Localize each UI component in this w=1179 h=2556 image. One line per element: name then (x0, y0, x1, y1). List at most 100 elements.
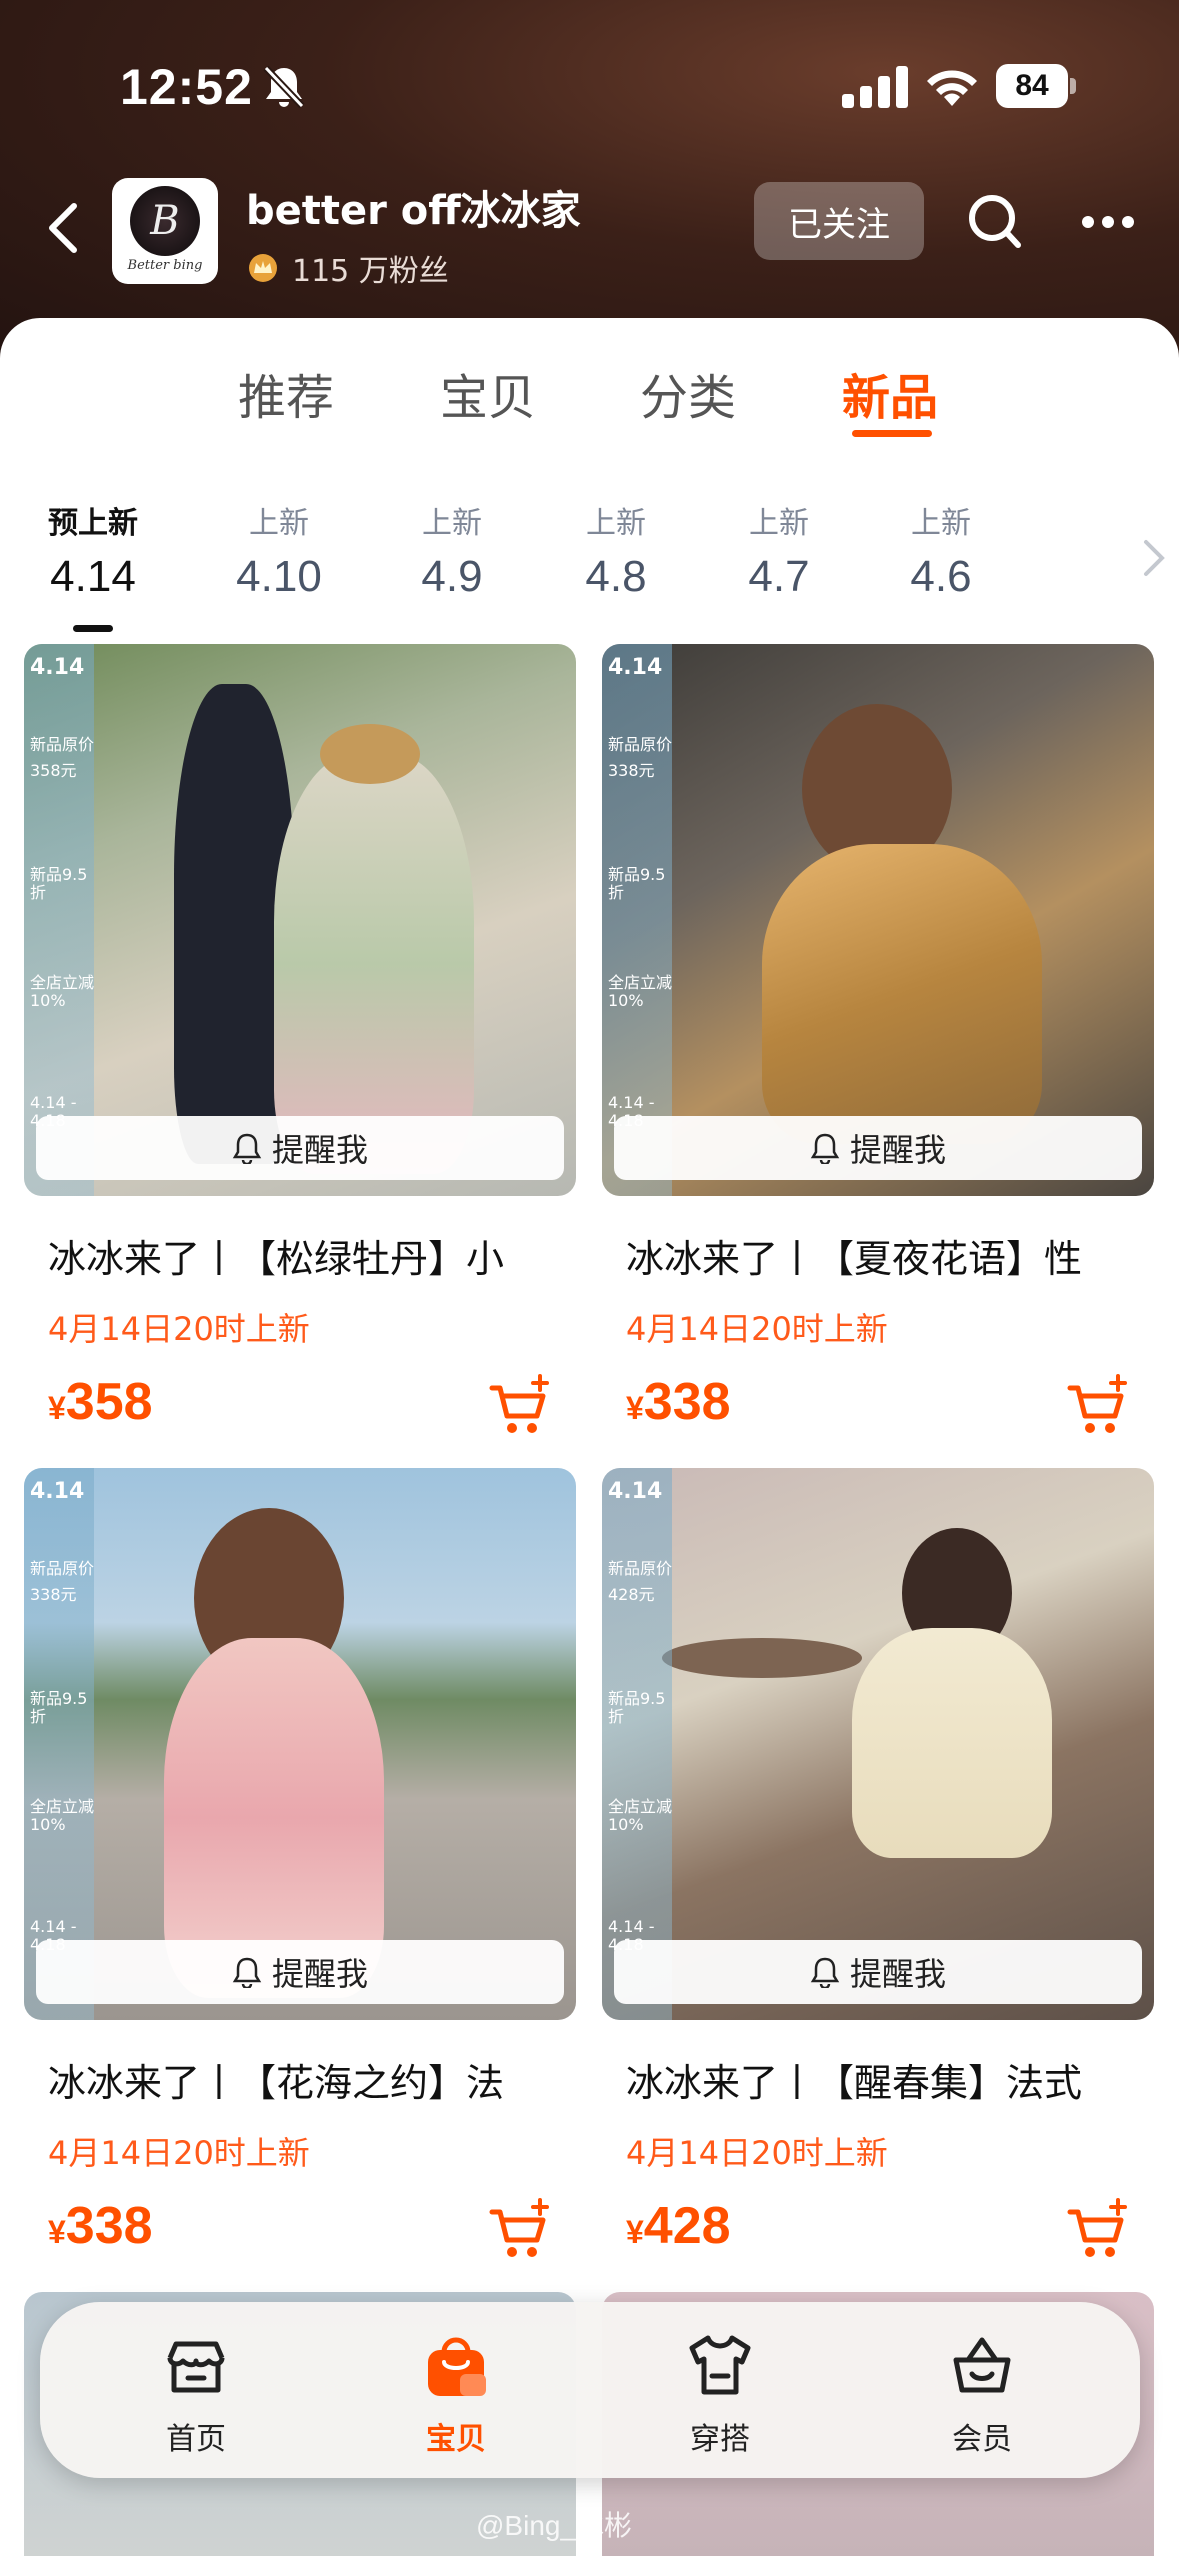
active-tab-underline (852, 430, 932, 437)
strip-discount: 新品9.5折 (30, 1689, 88, 1726)
remind-me-button[interactable]: 提醒我 (614, 1940, 1142, 2004)
date-tab-date: 4.10 (236, 552, 322, 601)
date-tab-date: 4.7 (748, 552, 810, 601)
more-icon[interactable] (1080, 214, 1136, 230)
add-to-cart-icon[interactable] (486, 2198, 552, 2264)
watermark: @Bing_冰彬 (476, 2510, 633, 2541)
date-tab-3[interactable]: 上新 4.8 (541, 498, 691, 602)
date-tab-4[interactable]: 上新 4.7 (704, 498, 854, 602)
remind-me-label: 提醒我 (849, 1955, 946, 1993)
tab-category[interactable]: 分类 (608, 358, 768, 428)
nav-products-label: 宝贝 (426, 2422, 486, 2457)
currency-symbol: ¥ (626, 2214, 644, 2250)
nav-membership-label: 会员 (952, 2422, 1012, 2457)
nav-outfits-label: 穿搭 (690, 2422, 750, 2457)
date-tab-label: 上新 (749, 506, 809, 541)
date-tab-0[interactable]: 预上新 4.14 (18, 498, 168, 602)
bell-icon (232, 1957, 262, 1988)
date-tab-label: 上新 (422, 506, 482, 541)
date-tab-label: 上新 (249, 506, 309, 541)
strip-date: 4.14 (30, 1479, 85, 1504)
back-icon[interactable] (44, 198, 84, 258)
product-image[interactable]: 4.14 新品原价 338元 新品9.5折 全店立减10% 4.14 - 4.1… (24, 1468, 576, 2020)
search-icon[interactable] (966, 192, 1022, 250)
product-launch-time: 4月14日20时上新 (626, 1310, 888, 1348)
chevron-right-icon[interactable] (1142, 538, 1166, 578)
bottom-nav: 首页 宝贝 穿搭 会员 (40, 2302, 1140, 2478)
tab-products[interactable]: 宝贝 (408, 358, 568, 428)
currency-symbol: ¥ (48, 1390, 66, 1426)
shop-header: B Better bing better off冰冰家 115 万粉丝 已关注 (0, 170, 1179, 320)
product-image[interactable]: 4.14 新品原价 338元 新品9.5折 全店立减10% 4.14 - 4.1… (602, 644, 1154, 1196)
strip-tag: 新品原价 (30, 1559, 95, 1578)
strip-date: 4.14 (608, 655, 663, 680)
product-title[interactable]: 冰冰来了丨【松绿牡丹】小 (48, 1228, 568, 1283)
product-title[interactable]: 冰冰来了丨【醒春集】法式 (626, 2052, 1146, 2107)
add-to-cart-icon[interactable] (1064, 2198, 1130, 2264)
strip-discount: 新品9.5折 (608, 1689, 666, 1726)
main-tabs: 推荐 宝贝 分类 新品 (0, 358, 1179, 448)
date-tab-2[interactable]: 上新 4.9 (377, 498, 527, 602)
remind-me-label: 提醒我 (271, 1131, 368, 1169)
tshirt-icon (689, 2335, 751, 2395)
nav-membership[interactable]: 会员 (902, 2332, 1062, 2458)
price-value: 428 (643, 2197, 731, 2255)
active-date-underline (73, 625, 113, 632)
date-tab-date: 4.14 (50, 552, 136, 601)
strip-reduce: 全店立减10% (30, 1797, 95, 1834)
strip-tag: 新品原价 (30, 735, 95, 754)
strip-tag: 新品原价 (608, 735, 673, 754)
product-image[interactable]: 4.14 新品原价 428元 新品9.5折 全店立减10% 4.14 - 4.1… (602, 1468, 1154, 2020)
remind-me-button[interactable]: 提醒我 (36, 1940, 564, 2004)
strip-price: 338元 (608, 761, 655, 780)
nav-home-label: 首页 (166, 2422, 226, 2457)
product-launch-time: 4月14日20时上新 (48, 2134, 310, 2172)
remind-me-button[interactable]: 提醒我 (36, 1116, 564, 1180)
shop-logo[interactable]: B Better bing (112, 178, 218, 284)
date-tab-date: 4.9 (421, 552, 483, 601)
bell-off-icon (263, 65, 305, 109)
tab-recommend[interactable]: 推荐 (206, 358, 366, 428)
date-tab-label: 上新 (911, 506, 971, 541)
product-launch-time: 4月14日20时上新 (626, 2134, 888, 2172)
promo-strip: 4.14 新品原价 338元 新品9.5折 全店立减10% 4.14 - 4.1… (24, 1468, 94, 2020)
price-value: 338 (643, 1373, 731, 1431)
nav-outfits[interactable]: 穿搭 (640, 2332, 800, 2458)
remind-me-button[interactable]: 提醒我 (614, 1116, 1142, 1180)
member-basket-icon (953, 2337, 1011, 2393)
product-launch-time: 4月14日20时上新 (48, 1310, 310, 1348)
strip-tag: 新品原价 (608, 1559, 673, 1578)
store-icon (167, 2341, 225, 2393)
nav-products[interactable]: 宝贝 (376, 2332, 536, 2458)
shop-name[interactable]: better off冰冰家 (246, 178, 581, 236)
crown-icon (249, 254, 277, 282)
strip-date: 4.14 (608, 1479, 663, 1504)
follow-button[interactable]: 已关注 (754, 182, 924, 260)
strip-discount: 新品9.5折 (608, 865, 666, 902)
fans-text: 115 万粉丝 (292, 254, 449, 289)
strip-price: 428元 (608, 1585, 655, 1604)
wifi-icon (927, 70, 977, 106)
battery-level: 84 (996, 64, 1068, 108)
bell-icon (810, 1133, 840, 1164)
product-title[interactable]: 冰冰来了丨【夏夜花语】性 (626, 1228, 1146, 1283)
strip-reduce: 全店立减10% (608, 1797, 673, 1834)
signal-icon (842, 66, 908, 108)
remind-me-label: 提醒我 (271, 1955, 368, 1993)
bell-icon (810, 1957, 840, 1988)
product-price: ¥428 (626, 2196, 731, 2256)
price-value: 358 (65, 1373, 153, 1431)
product-title[interactable]: 冰冰来了丨【花海之约】法 (48, 2052, 568, 2107)
promo-strip: 4.14 新品原价 358元 新品9.5折 全店立减10% 4.14 - 4.1… (24, 644, 94, 1196)
shop-logo-mark: B (130, 186, 200, 256)
date-tab-5[interactable]: 上新 4.6 (866, 498, 1016, 602)
nav-home[interactable]: 首页 (116, 2332, 276, 2458)
date-tab-1[interactable]: 上新 4.10 (204, 498, 354, 602)
product-price: ¥358 (48, 1372, 153, 1432)
content-sheet: 推荐 宝贝 分类 新品 预上新 4.14 上新 4.10 上新 4.9 上新 4… (0, 318, 1179, 2556)
add-to-cart-icon[interactable] (486, 1374, 552, 1440)
currency-symbol: ¥ (48, 2214, 66, 2250)
add-to-cart-icon[interactable] (1064, 1374, 1130, 1440)
tab-new-arrivals[interactable]: 新品 (810, 358, 970, 428)
product-image[interactable]: 4.14 新品原价 358元 新品9.5折 全店立减10% 4.14 - 4.1… (24, 644, 576, 1196)
